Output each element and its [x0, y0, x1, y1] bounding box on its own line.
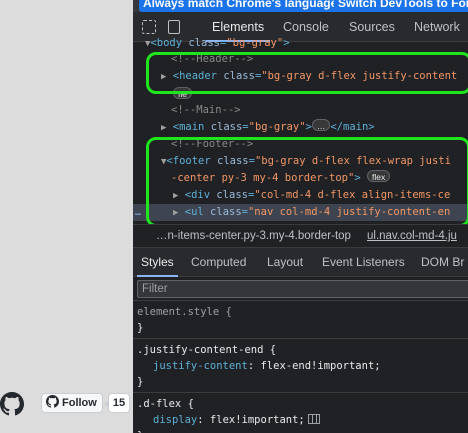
rule-declaration[interactable]: display: flex!important; [153, 412, 320, 428]
match-language-button[interactable]: Always match Chrome's language [139, 0, 342, 12]
dom-node-body[interactable]: ▼<body class="bg-gray"> [133, 35, 468, 52]
breadcrumb-item-ul[interactable]: ul.nav.col-md-4.ju [367, 225, 457, 247]
rule-selector[interactable]: .d-flex { [137, 396, 194, 412]
tab-dom-breakpoints[interactable]: DOM Br [421, 248, 464, 277]
flex-badge[interactable]: fle [173, 87, 192, 99]
follow-button[interactable]: Follow [41, 393, 103, 413]
dom-node-header[interactable]: ▶ <header class="bg-gray d-flex justify-… [133, 68, 468, 85]
tab-styles[interactable]: Styles [137, 248, 178, 277]
inspect-element-icon[interactable] [142, 20, 156, 34]
flexbox-editor-icon[interactable] [307, 414, 320, 424]
tab-event-listeners[interactable]: Event Listeners [322, 248, 405, 277]
dom-node-footer-cont[interactable]: -center py-3 my-4 border-top"> flex [133, 170, 468, 187]
expand-triangle-icon[interactable]: ▶ [161, 123, 166, 133]
devtools-panel: Always match Chrome's language Switch De… [133, 0, 468, 433]
follow-label: Follow [62, 397, 97, 409]
dom-comment-main[interactable]: <!--Main--> [133, 102, 468, 119]
rule-close: } [137, 376, 144, 388]
rule-close: } [137, 428, 143, 433]
styles-tabbar: Styles Computed Layout Event Listeners D… [133, 248, 468, 277]
dom-tree: ▼<body class="bg-gray"> <!--Header--> ▶ … [133, 37, 468, 227]
style-rule-justify: .justify-content-end { justify-content: … [133, 339, 468, 393]
breadcrumb-item-footer[interactable]: …n-items-center.py-3.my-4.border-top [156, 225, 351, 247]
expand-triangle-icon[interactable]: ▶ [161, 72, 166, 82]
rule-selector[interactable]: .justify-content-end { [137, 342, 276, 358]
rule-selector[interactable]: element.style { [137, 304, 232, 320]
more-options-dots[interactable]: … [135, 204, 141, 221]
filter-input[interactable]: Filter [137, 280, 468, 298]
expand-triangle-icon[interactable]: ▶ [173, 208, 178, 218]
dom-node-header-badge-row: fle [133, 85, 468, 102]
tab-layout[interactable]: Layout [267, 248, 303, 277]
switch-language-button[interactable]: Switch DevTools to Fore [334, 0, 468, 12]
breadcrumb: …n-items-center.py-3.my-4.border-top ul.… [133, 224, 468, 248]
dom-comment-header[interactable]: <!--Header--> [133, 51, 468, 68]
github-icon [46, 395, 59, 411]
style-rule-dflex: .d-flex { display: flex!important; } [133, 393, 468, 433]
style-rule-element: element.style { } [133, 301, 468, 339]
github-icon[interactable] [0, 392, 24, 416]
rule-close: } [137, 322, 144, 334]
expand-triangle-icon[interactable]: ▶ [173, 191, 178, 201]
filter-bar: Filter [133, 277, 468, 301]
follower-count[interactable]: 15 [104, 393, 130, 413]
page-viewport: Follow 15 [0, 0, 133, 433]
flex-badge[interactable]: flex [366, 170, 391, 182]
rule-declaration[interactable]: justify-content: flex-end!important; [153, 358, 381, 374]
ellipsis-badge[interactable]: … [311, 119, 331, 131]
language-banner: Always match Chrome's language Switch De… [133, 0, 468, 12]
dom-node-ul-selected[interactable]: … ▶ <ul class="nav col-md-4 justify-cont… [133, 204, 468, 221]
dom-node-div[interactable]: ▶ <div class="col-md-4 d-flex align-item… [133, 187, 468, 204]
dom-comment-footer[interactable]: <!--Footer--> [133, 136, 468, 153]
tab-computed[interactable]: Computed [191, 248, 246, 277]
dom-node-footer[interactable]: ▼<footer class="bg-gray d-flex flex-wrap… [133, 153, 468, 170]
dom-node-main[interactable]: ▶ <main class="bg-gray">… </main> [133, 119, 468, 136]
device-toolbar-icon[interactable] [168, 20, 180, 34]
